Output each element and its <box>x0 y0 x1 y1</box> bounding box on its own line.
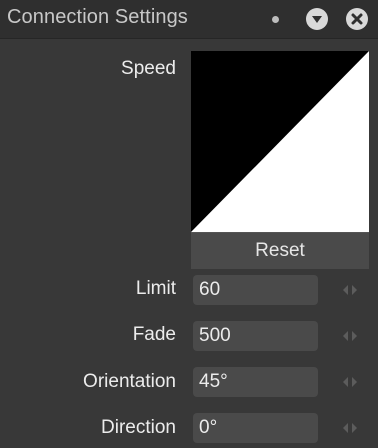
orientation-field[interactable]: 45° <box>193 367 318 397</box>
fade-label: Fade <box>132 324 176 345</box>
close-icon[interactable] <box>346 8 368 30</box>
orientation-label: Orientation <box>83 371 176 392</box>
stepper-arrows-icon[interactable] <box>339 329 361 343</box>
title-bar: Connection Settings <box>0 0 378 39</box>
limit-label: Limit <box>135 278 176 299</box>
reset-button[interactable]: Reset <box>191 232 369 269</box>
direction-field[interactable]: 0° <box>193 413 318 443</box>
speed-curve-editor[interactable] <box>191 51 369 232</box>
dot-icon[interactable] <box>272 16 279 23</box>
stepper-arrows-icon[interactable] <box>339 421 361 435</box>
window-title: Connection Settings <box>7 6 188 28</box>
direction-label: Direction <box>101 417 176 438</box>
stepper-arrows-icon[interactable] <box>339 283 361 297</box>
chevron-down-icon[interactable] <box>306 8 328 30</box>
fade-field[interactable]: 500 <box>193 321 318 351</box>
stepper-arrows-icon[interactable] <box>339 375 361 389</box>
limit-field[interactable]: 60 <box>193 275 318 305</box>
speed-label: Speed <box>121 58 176 79</box>
speed-curve-fill <box>191 51 369 232</box>
